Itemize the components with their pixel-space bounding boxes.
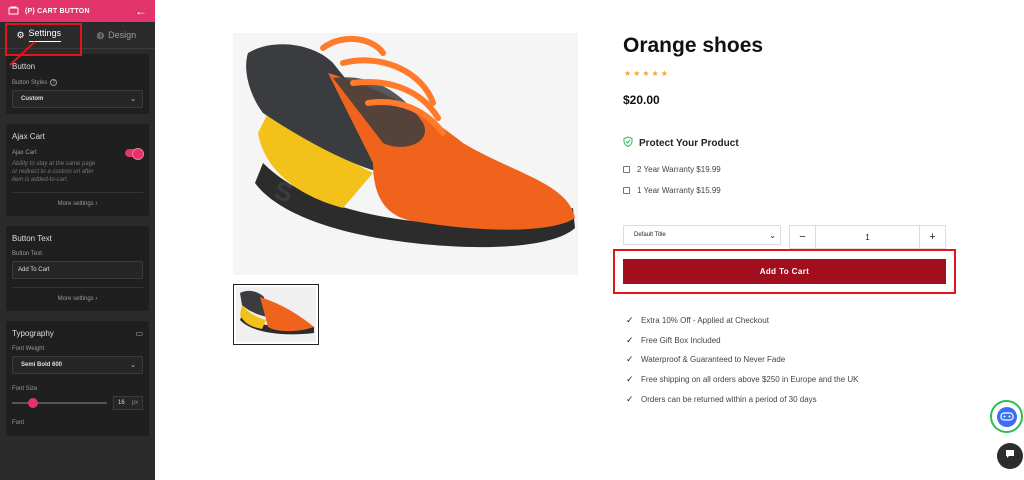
cart-icon (8, 2, 19, 20)
button-text-title: Button Text (12, 234, 52, 243)
product-price: $20.00 (623, 93, 660, 107)
gear-icon: ⚙ (16, 29, 25, 40)
more-settings-link[interactable]: More settings › (12, 192, 143, 210)
sidebar-title: (P) CART BUTTON (25, 7, 90, 15)
ajax-cart-toggle[interactable] (125, 148, 144, 160)
chevron-down-icon: ⌄ (769, 230, 776, 240)
sidebar-header: (P) CART BUTTON ← (0, 0, 155, 22)
slider-handle[interactable] (28, 398, 38, 408)
variant-select[interactable]: Default Title ⌄ (623, 225, 781, 245)
ajax-cart-panel: Ajax Cart Ajax Cart Ability to stay at t… (6, 124, 149, 216)
list-item: ✓ Orders can be returned within a period … (626, 389, 858, 409)
button-styles-value: Custom (21, 96, 44, 102)
font-size-label: Font Size (12, 386, 38, 392)
chevron-down-icon: ⌄ (130, 96, 136, 103)
quantity-value[interactable]: 1 (816, 233, 919, 242)
more-settings-link[interactable]: More settings › (12, 287, 143, 305)
button-styles-label: Button Styles (12, 79, 48, 86)
button-text-label: Button Text (12, 251, 42, 257)
perk-label: Orders can be returned within a period o… (641, 394, 817, 404)
shoe-illustration: S (233, 33, 578, 275)
chevron-down-icon: ⌄ (130, 362, 136, 369)
variant-value: Default Title (634, 232, 666, 238)
info-icon[interactable]: ? (50, 79, 58, 86)
font-size-value: 16 (118, 400, 125, 406)
back-arrow-icon[interactable]: ← (135, 5, 147, 17)
more-settings-label: More settings (57, 201, 94, 207)
typography-panel: Typography ▭ Font Weight Semi Bold 600 ⌄… (6, 321, 149, 436)
font-weight-label: Font Weight (12, 346, 45, 352)
font-size-slider[interactable] (12, 398, 107, 408)
check-icon: ✓ (626, 374, 634, 385)
button-styles-select[interactable]: Custom ⌄ (12, 90, 143, 108)
protect-title: Protect Your Product (639, 137, 739, 149)
shield-check-icon (623, 136, 633, 150)
font-weight-select[interactable]: Semi Bold 600 ⌄ (12, 356, 143, 374)
button-styles-label-row: Button Styles ? (12, 79, 143, 86)
product-main-image: S (233, 33, 578, 275)
font-next-label: Font (12, 420, 25, 426)
protect-product-heading: Protect Your Product (623, 136, 739, 150)
font-weight-value: Semi Bold 600 (21, 362, 63, 368)
sidebar-tabs: ⚙ Settings ◍ Design (0, 22, 155, 49)
check-icon: ✓ (626, 354, 634, 365)
tab-design-label: Design (108, 30, 137, 40)
warranty-label: 1 Year Warranty $15.99 (637, 186, 721, 195)
palette-icon: ◍ (96, 29, 105, 40)
ajax-cart-title: Ajax Cart (12, 132, 45, 141)
editor-sidebar: (P) CART BUTTON ← ⚙ Settings ◍ Design Bu… (0, 0, 155, 480)
ajax-cart-row: Ajax Cart (12, 148, 144, 160)
warranty-label: 2 Year Warranty $19.99 (637, 165, 721, 174)
add-to-cart-button[interactable]: Add To Cart (623, 259, 946, 284)
warranty-option[interactable]: 1 Year Warranty $15.99 (623, 186, 721, 195)
list-item: ✓ Free Gift Box Included (626, 331, 858, 351)
shoe-thumbnail-illustration (236, 287, 316, 342)
button-panel-title: Button (12, 62, 36, 71)
warranty-option[interactable]: 2 Year Warranty $19.99 (623, 165, 721, 174)
check-icon: ✓ (626, 315, 634, 326)
desktop-icon[interactable]: ▭ (135, 329, 143, 338)
perk-label: Extra 10% Off - Applied at Checkout (641, 316, 769, 326)
star-rating: ★★★★★ (624, 69, 670, 78)
chat-widget-button[interactable] (997, 443, 1023, 469)
quantity-increase-button[interactable]: + (919, 226, 945, 248)
font-size-row: 16 px (12, 396, 143, 410)
quantity-stepper: − 1 + (789, 225, 946, 249)
check-icon: ✓ (626, 393, 634, 404)
assistant-widget-button[interactable] (990, 400, 1023, 433)
tab-design[interactable]: ◍ Design (78, 22, 156, 48)
list-item: ✓ Waterproof & Guaranteed to Never Fade (626, 350, 858, 370)
gamepad-icon (996, 406, 1017, 427)
perk-label: Waterproof & Guaranteed to Never Fade (641, 355, 786, 365)
warranty-checkbox[interactable] (623, 187, 630, 194)
typography-title: Typography (12, 329, 54, 338)
button-panel: Button Button Styles ? Custom ⌄ (6, 54, 149, 114)
font-size-input[interactable]: 16 px (113, 396, 143, 410)
font-size-unit: px (131, 400, 138, 406)
check-icon: ✓ (626, 334, 634, 345)
list-item: ✓ Free shipping on all orders above $250 … (626, 370, 858, 390)
more-settings-label: More settings (57, 296, 94, 302)
ajax-cart-label: Ajax Cart (12, 150, 37, 156)
chat-bubble-icon (1004, 447, 1016, 465)
ajax-cart-description: Ability to stay at the same page or redi… (12, 161, 96, 183)
button-text-input[interactable]: Add To Cart (12, 261, 143, 279)
product-title: Orange shoes (623, 34, 764, 57)
button-text-panel: Button Text Button Text Add To Cart More… (6, 226, 149, 311)
perk-label: Free shipping on all orders above $250 i… (641, 375, 859, 385)
product-thumbnail[interactable] (233, 284, 319, 345)
quantity-decrease-button[interactable]: − (790, 226, 816, 248)
perks-list: ✓ Extra 10% Off - Applied at Checkout ✓ Fr… (626, 311, 858, 409)
typography-title-row: Typography ▭ (12, 329, 143, 338)
list-item: ✓ Extra 10% Off - Applied at Checkout (626, 311, 858, 331)
tab-settings[interactable]: ⚙ Settings (0, 22, 78, 48)
perk-label: Free Gift Box Included (641, 335, 721, 345)
warranty-checkbox[interactable] (623, 166, 630, 173)
